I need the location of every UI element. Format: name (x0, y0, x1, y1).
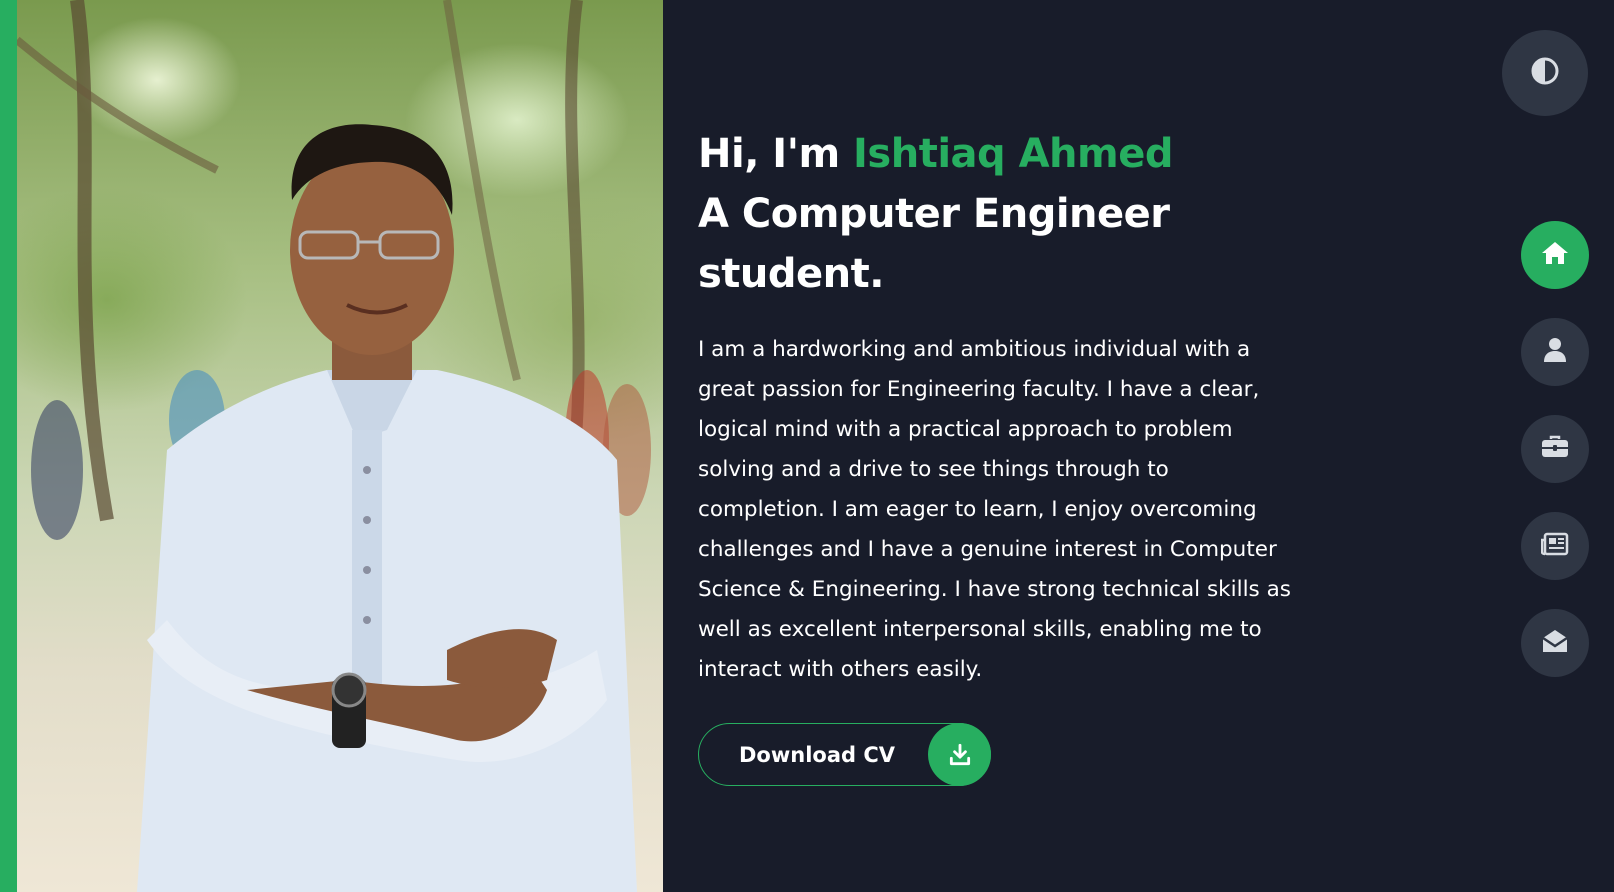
download-icon (928, 723, 991, 786)
nav-blog-button[interactable] (1521, 512, 1589, 580)
greeting-text: Hi, I'm (698, 131, 854, 177)
bio-paragraph: I am a hardworking and ambitious individ… (698, 337, 1291, 682)
title-line-2: student. (698, 251, 884, 297)
title-line-1: A Computer Engineer (698, 191, 1170, 237)
profile-photo-illustration (17, 0, 651, 892)
user-icon (1543, 337, 1567, 368)
nav-home-button[interactable] (1521, 221, 1589, 289)
nav-contact-button[interactable] (1521, 609, 1589, 677)
envelope-open-icon (1541, 628, 1569, 659)
profile-photo (17, 0, 663, 892)
home-icon (1540, 239, 1570, 272)
briefcase-icon (1541, 435, 1569, 464)
hero-headline: Hi, I'm Ishtiaq Ahmed A Computer Enginee… (698, 124, 1298, 304)
nav-portfolio-button[interactable] (1521, 415, 1589, 483)
accent-bar (0, 0, 17, 892)
half-circle-icon (1530, 56, 1560, 91)
download-cv-label: Download CV (739, 742, 896, 767)
hero-name: Ishtiaq Ahmed (853, 131, 1173, 177)
hero-section: Hi, I'm Ishtiaq Ahmed A Computer Enginee… (698, 124, 1298, 690)
nav-about-button[interactable] (1521, 318, 1589, 386)
newspaper-icon (1540, 532, 1569, 561)
download-cv-button[interactable]: Download CV (698, 723, 991, 786)
theme-toggle-button[interactable] (1502, 30, 1588, 116)
